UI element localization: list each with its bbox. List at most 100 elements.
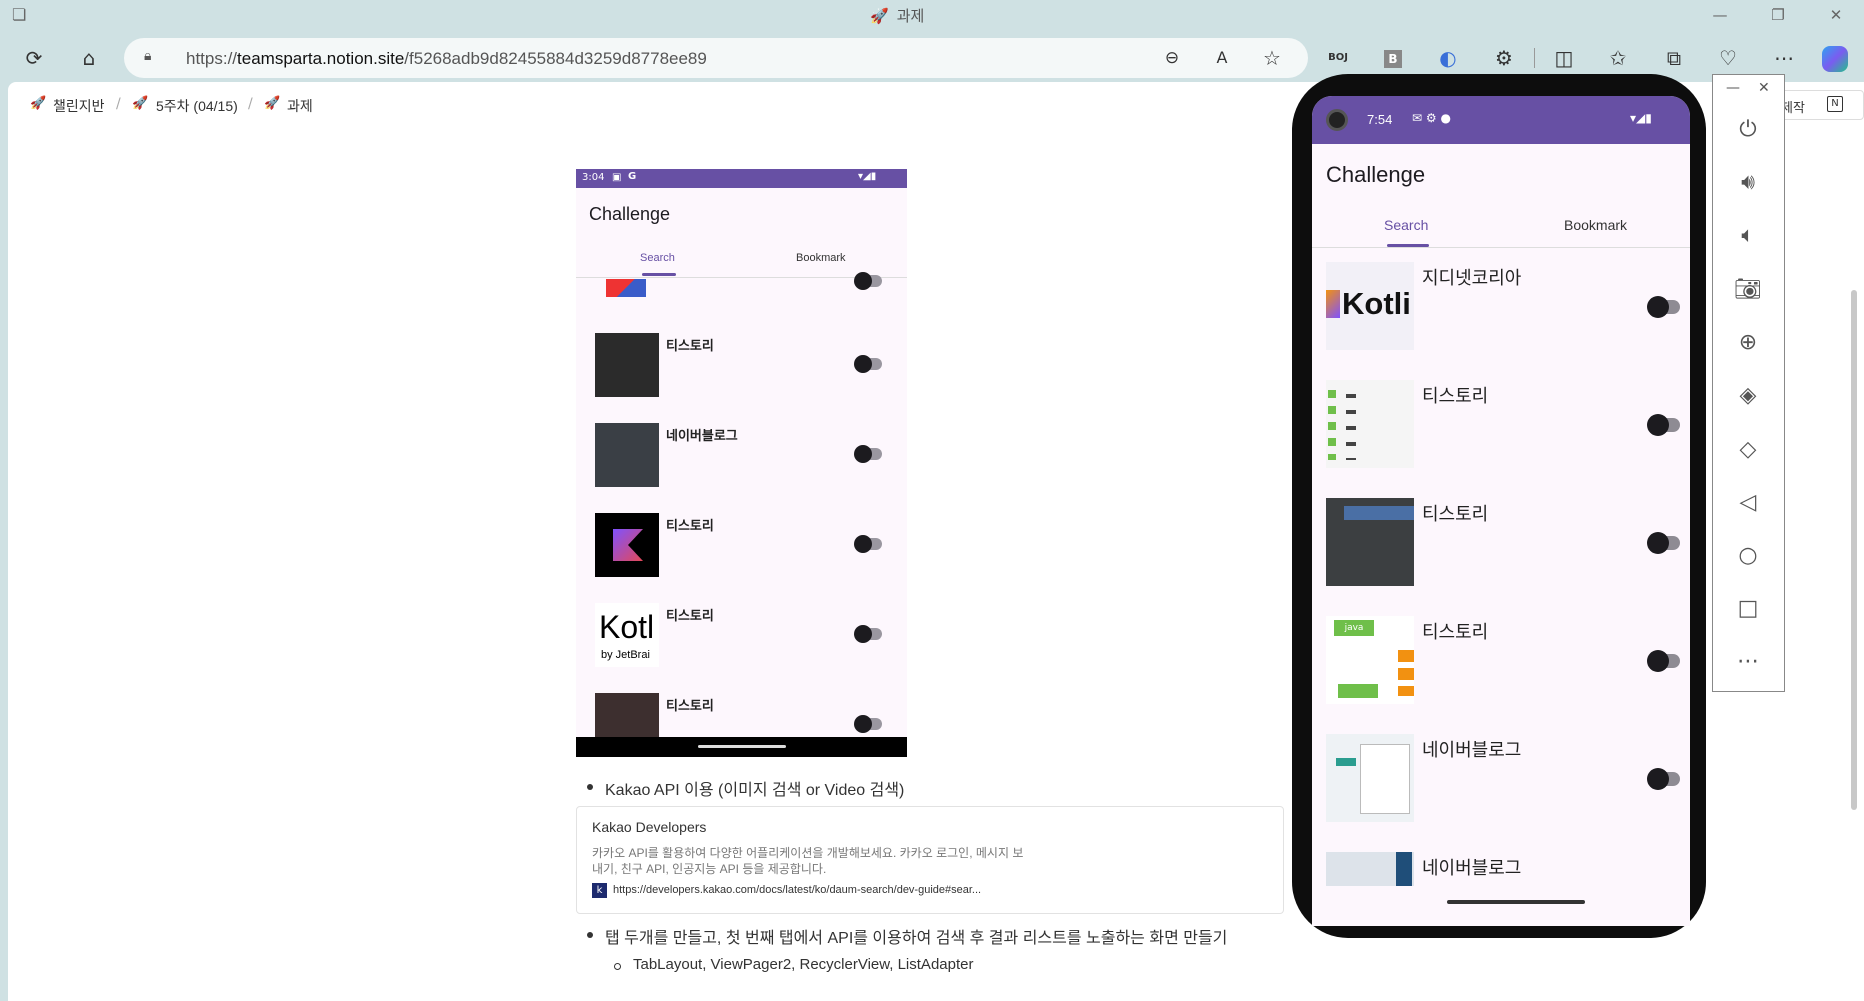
tab-search[interactable]: Search bbox=[1384, 217, 1428, 233]
copilot-icon[interactable] bbox=[1822, 46, 1848, 72]
bookmark-toggle[interactable] bbox=[1647, 414, 1680, 436]
list-item-label: 네이버블로그 bbox=[1422, 740, 1522, 760]
sub-bullet-text: TabLayout, ViewPager2, RecyclerView, Lis… bbox=[633, 956, 974, 973]
extension-c[interactable]: ◐ bbox=[1432, 42, 1464, 74]
kakao-favicon-icon: k bbox=[592, 883, 607, 898]
notification-icon: ▣ bbox=[612, 172, 622, 183]
bookmark-url[interactable]: https://developers.kakao.com/docs/latest… bbox=[613, 884, 981, 896]
bookmark-toggle[interactable] bbox=[1647, 296, 1680, 318]
tab-bookmark[interactable]: Bookmark bbox=[796, 252, 846, 264]
rocket-icon: 🚀 bbox=[264, 96, 281, 111]
more-icon[interactable]: ⋯ bbox=[1730, 644, 1766, 680]
overview-icon[interactable]: □ bbox=[1730, 591, 1766, 627]
rotate-left-icon[interactable]: ◈ bbox=[1730, 378, 1766, 414]
list-item-thumbnail: java bbox=[1326, 616, 1414, 704]
list-item-label: 지디넷코리아 bbox=[1422, 268, 1522, 288]
collections-icon[interactable]: ⧉ bbox=[1658, 42, 1690, 74]
split-screen-icon[interactable]: ◫ bbox=[1548, 42, 1580, 74]
signal-icons: ▾◢▮ bbox=[858, 171, 877, 182]
status-bar: 3:04 ▣ G ▾◢▮ bbox=[576, 169, 907, 188]
list-item-label: 네이버블로그 bbox=[666, 428, 738, 443]
rocket-icon: 🚀 bbox=[132, 96, 149, 111]
list-item-label: 네이버블로그 bbox=[1422, 858, 1522, 878]
page-scrollbar[interactable] bbox=[1851, 290, 1857, 810]
rotate-right-icon[interactable]: ◇ bbox=[1730, 432, 1766, 468]
boj-extension[interactable]: BOJ bbox=[1322, 42, 1354, 74]
bullet-dot bbox=[587, 784, 593, 790]
zoom-out-icon[interactable]: ⊖ bbox=[1156, 42, 1188, 74]
emulator-nav-area bbox=[1312, 886, 1690, 926]
bookmark-title[interactable]: Kakao Developers bbox=[592, 819, 706, 835]
home-icon[interactable]: ⌂ bbox=[73, 42, 105, 74]
list-item-thumbnail bbox=[1326, 380, 1414, 468]
breadcrumb-item[interactable]: 과제 bbox=[287, 96, 313, 116]
bookmark-toggle[interactable] bbox=[1647, 650, 1680, 672]
status-notification-icons: ✉ ⚙ ● bbox=[1412, 111, 1451, 125]
tab-bookmark[interactable]: Bookmark bbox=[1564, 217, 1627, 233]
zoom-icon[interactable]: ⊕ bbox=[1730, 325, 1766, 361]
volume-down-icon[interactable]: 🔈︎ bbox=[1730, 218, 1766, 254]
bookmark-toggle[interactable] bbox=[854, 535, 882, 553]
list-item-thumbnail bbox=[1326, 734, 1414, 822]
minimize-button[interactable]: — bbox=[1700, 4, 1740, 26]
extensions-icon[interactable]: ⚙ bbox=[1488, 42, 1520, 74]
bookmark-toggle[interactable] bbox=[1647, 768, 1680, 790]
bookmark-toggle[interactable] bbox=[854, 715, 882, 733]
emulator-minimize-button[interactable]: — bbox=[1726, 80, 1740, 96]
refresh-icon[interactable]: ⟳ bbox=[18, 42, 50, 74]
b-extension[interactable]: B bbox=[1384, 50, 1402, 68]
tab-search[interactable]: Search bbox=[640, 252, 675, 264]
camera-icon[interactable]: 📷︎ bbox=[1730, 272, 1766, 308]
favorite-star-icon[interactable]: ☆ bbox=[1256, 42, 1288, 74]
tab-actions-icon[interactable]: ❏ bbox=[12, 5, 34, 25]
tab-divider bbox=[1312, 247, 1690, 248]
breadcrumb-separator: / bbox=[248, 96, 253, 112]
title-bar bbox=[0, 0, 1864, 30]
breadcrumb-separator: / bbox=[116, 96, 121, 112]
list-item-thumbnail: Kotli bbox=[1326, 262, 1414, 350]
list-item-label: 티스토리 bbox=[666, 698, 714, 713]
window-title: 🚀 과제 bbox=[870, 7, 925, 25]
bullet-dot bbox=[587, 932, 593, 938]
list-item-thumbnail bbox=[606, 279, 646, 297]
front-camera bbox=[1326, 109, 1348, 131]
url-text[interactable]: https://teamsparta.notion.site/f5268adb9… bbox=[186, 49, 707, 69]
bookmark-toggle[interactable] bbox=[1647, 532, 1680, 554]
app-title: Challenge bbox=[589, 204, 671, 224]
list-item-thumbnail: Kotl by JetBrai bbox=[595, 603, 659, 667]
favorites-icon[interactable]: ✩ bbox=[1602, 42, 1634, 74]
gesture-nav-bar bbox=[576, 737, 907, 757]
bullet-text: Kakao API 이용 (이미지 검색 or Video 검색) bbox=[605, 782, 905, 799]
list-item-label: 티스토리 bbox=[666, 608, 714, 623]
power-icon[interactable]: ⏻ bbox=[1730, 112, 1766, 148]
restore-button[interactable]: ❐ bbox=[1758, 4, 1798, 26]
bookmark-toggle[interactable] bbox=[854, 272, 882, 290]
more-icon[interactable]: ⋯ bbox=[1768, 42, 1800, 74]
volume-up-icon[interactable]: 🔊︎ bbox=[1730, 165, 1766, 201]
breadcrumb-item[interactable]: 챌린지반 bbox=[53, 96, 105, 116]
rocket-icon: 🚀 bbox=[870, 7, 889, 25]
read-aloud-icon[interactable]: A bbox=[1206, 42, 1238, 74]
home-circle-icon[interactable]: ○ bbox=[1730, 538, 1766, 574]
bullet-text: 탭 두개를 만들고, 첫 번째 탭에서 API를 이용하여 검색 후 결과 리스… bbox=[605, 930, 1228, 947]
breadcrumb-item[interactable]: 5주차 (04/15) bbox=[156, 96, 238, 116]
performance-icon[interactable]: ♡ bbox=[1712, 42, 1744, 74]
embedded-app-screenshot: 3:04 ▣ G ▾◢▮ Challenge Search Bookmark 티… bbox=[576, 169, 907, 757]
list-item-label: 티스토리 bbox=[1422, 504, 1489, 524]
back-icon[interactable]: ◁ bbox=[1730, 485, 1766, 521]
emulator-close-button[interactable]: ✕ bbox=[1758, 80, 1770, 96]
bookmark-description: 카카오 API를 활용하여 다양한 어플리케이션을 개발해보세요. 카카오 로그… bbox=[592, 846, 1024, 876]
signal-battery-icons: ▾◢▮ bbox=[1630, 111, 1652, 125]
lock-icon[interactable]: 🔒︎ bbox=[144, 48, 162, 68]
rocket-icon: 🚀 bbox=[30, 96, 47, 111]
list-item-label: 티스토리 bbox=[1422, 386, 1489, 406]
bookmark-toggle[interactable] bbox=[854, 445, 882, 463]
emulator-screen[interactable]: 7:54 ✉ ⚙ ● ▾◢▮ Challenge Search Bookmark… bbox=[1312, 96, 1690, 892]
list-item-label: 티스토리 bbox=[1422, 622, 1489, 642]
bookmark-toggle[interactable] bbox=[854, 625, 882, 643]
gesture-pill[interactable] bbox=[1447, 900, 1585, 904]
close-button[interactable]: ✕ bbox=[1816, 4, 1856, 26]
list-item-thumbnail bbox=[595, 423, 659, 487]
bookmark-toggle[interactable] bbox=[854, 355, 882, 373]
app-title: Challenge bbox=[1326, 162, 1426, 187]
